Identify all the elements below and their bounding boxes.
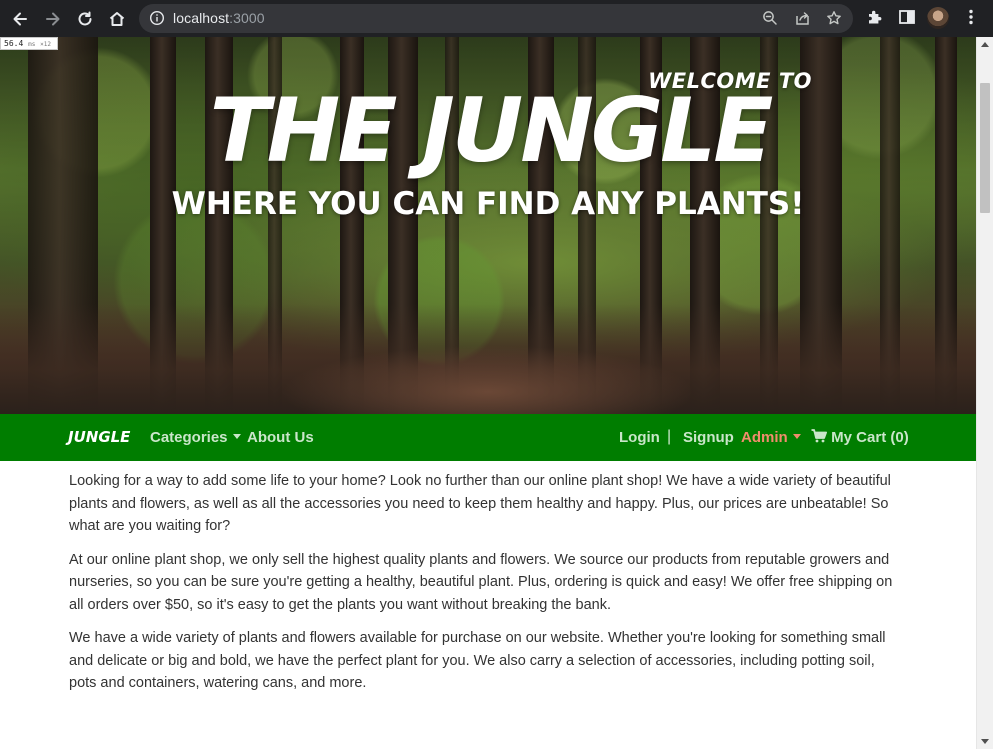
cart-link[interactable]: My Cart (0) [811,429,909,446]
nav-separator: | [667,428,672,445]
scroll-down-arrow-icon[interactable] [981,739,989,744]
url-port: :3000 [229,10,265,26]
categories-dropdown[interactable]: Categories [150,429,241,446]
admin-label: Admin [741,429,788,446]
cart-label: My Cart (0) [831,429,909,446]
extensions-icon[interactable] [866,8,884,31]
fps-sub: ×12 [40,41,51,48]
signup-link[interactable]: Signup [683,429,734,446]
scroll-thumb[interactable] [980,83,990,213]
forest-floor [0,304,976,414]
page-scrollbar[interactable] [976,37,993,749]
fps-unit: ms [28,41,36,48]
fps-meter: 56.4 ms ×12 [0,37,58,50]
about-content: Looking for a way to add some life to yo… [69,470,904,706]
url-host: localhost [173,10,230,26]
back-icon[interactable] [8,7,32,31]
cart-icon [811,429,827,443]
browser-toolbar: localhost:3000 [0,0,993,37]
sidepanel-icon[interactable] [898,8,916,31]
fps-value: 56.4 [4,39,24,48]
info-icon[interactable] [149,10,165,31]
forward-icon[interactable] [41,7,65,31]
login-link[interactable]: Login [619,429,660,446]
zoom-icon[interactable] [762,10,778,31]
url-text: localhost:3000 [173,10,265,26]
admin-dropdown[interactable]: Admin [741,429,801,446]
menu-icon[interactable] [963,8,979,31]
share-icon[interactable] [794,10,811,31]
categories-label: Categories [150,429,228,446]
hero-banner: WELCOME TO THE JUNGLE WHERE YOU CAN FIND… [0,37,976,414]
reload-icon[interactable] [73,7,97,31]
star-icon[interactable] [826,10,842,31]
intro-paragraph: Looking for a way to add some life to yo… [69,473,891,534]
hero-title: THE JUNGLE [209,79,774,182]
brand-link[interactable]: JUNGLE [68,428,130,446]
caret-down-icon [792,434,801,439]
main-navbar: JUNGLE Categories About Us Login | Signu… [0,414,976,461]
about-link[interactable]: About Us [247,429,314,446]
quality-paragraph: At our online plant shop, we only sell t… [69,551,893,613]
variety-paragraph: We have a wide variety of plants and flo… [69,630,886,691]
caret-down-icon [232,434,241,439]
address-bar[interactable]: localhost:3000 [139,4,853,33]
scroll-up-arrow-icon[interactable] [981,42,989,47]
profile-avatar[interactable] [927,7,949,29]
home-icon[interactable] [105,7,129,31]
hero-subtitle: WHERE YOU CAN FIND ANY PLANTS! [171,186,805,222]
